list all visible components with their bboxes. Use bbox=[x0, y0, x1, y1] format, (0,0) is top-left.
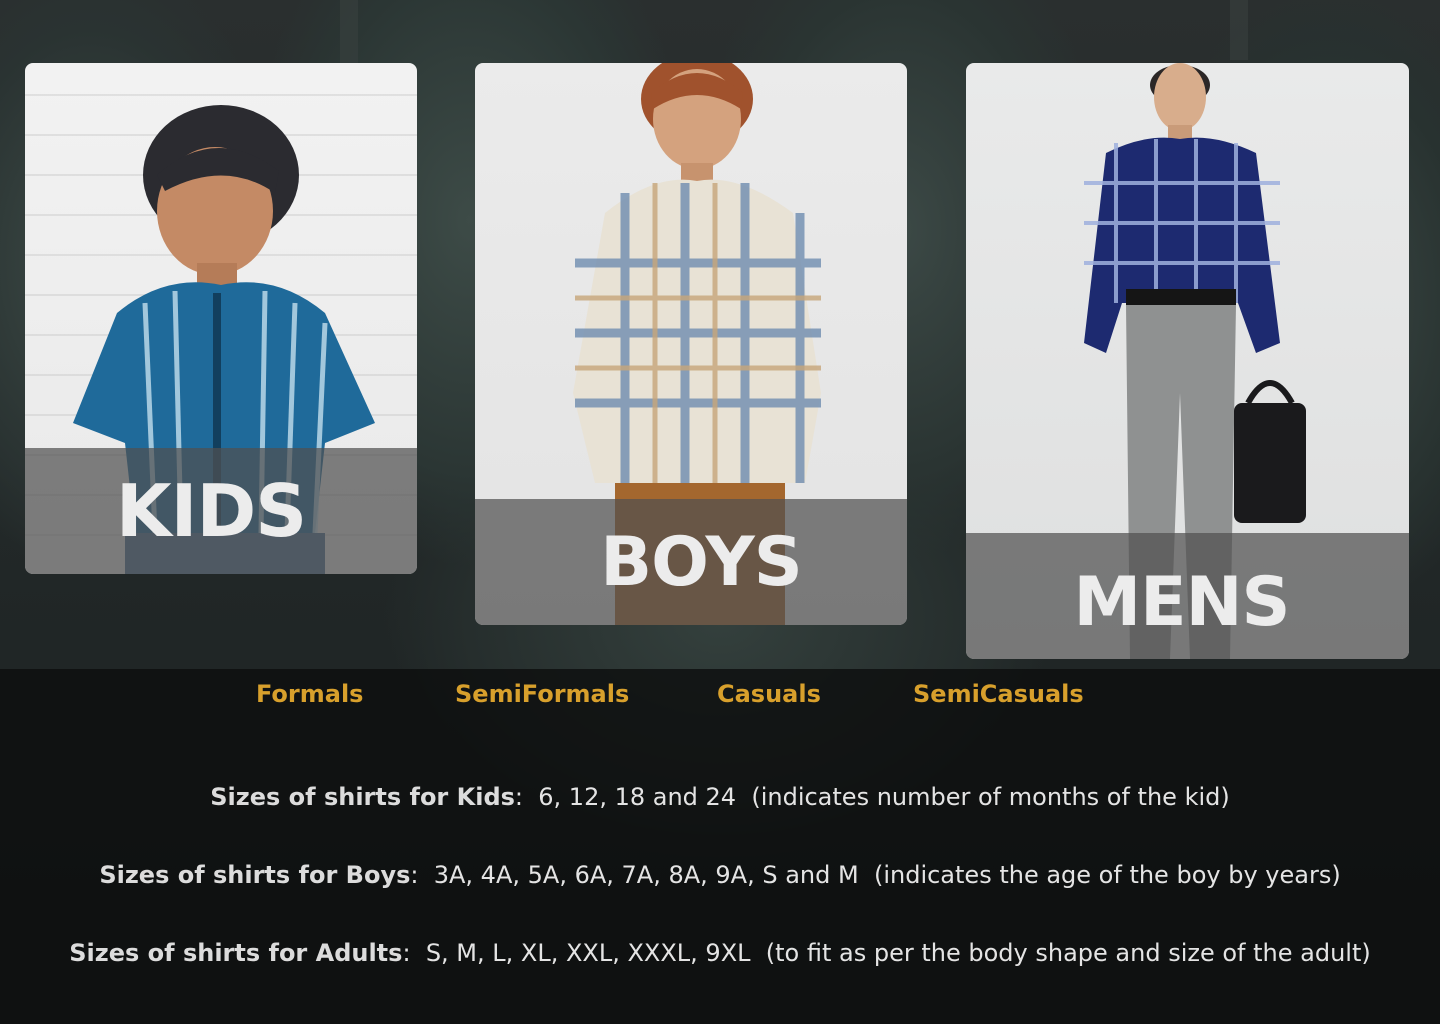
card-title-kids: KIDS bbox=[115, 469, 307, 553]
category-card-boys[interactable]: BOYS bbox=[475, 63, 907, 625]
sizes-adults-title: Sizes of shirts for Adults bbox=[69, 939, 403, 967]
card-title-boys: BOYS bbox=[600, 523, 802, 602]
category-card-mens[interactable]: MENS bbox=[966, 63, 1409, 659]
sizes-panel bbox=[0, 669, 1440, 1024]
sizes-boys-row: Sizes of shirts for Boys: 3A, 4A, 5A, 6A… bbox=[0, 861, 1440, 889]
category-link-casuals[interactable]: Casuals bbox=[717, 680, 821, 708]
hanger-rod bbox=[340, 0, 358, 70]
category-link-formals[interactable]: Formals bbox=[256, 680, 363, 708]
sizes-boys-title: Sizes of shirts for Boys bbox=[99, 861, 411, 889]
sizes-boys-note: (indicates the age of the boy by years) bbox=[873, 861, 1341, 889]
sizes-kids-title: Sizes of shirts for Kids bbox=[210, 783, 515, 811]
sizes-adults-note: (to fit as per the body shape and size o… bbox=[765, 939, 1371, 967]
sizes-boys-separator: : bbox=[410, 861, 419, 889]
sizes-adults-separator: : bbox=[402, 939, 411, 967]
hanger-rod bbox=[1230, 0, 1248, 60]
sizes-kids-note: (indicates number of months of the kid) bbox=[751, 783, 1230, 811]
category-card-kids[interactable]: KIDS bbox=[25, 63, 417, 574]
sizes-adults-row: Sizes of shirts for Adults: S, M, L, XL,… bbox=[0, 939, 1440, 967]
sizes-kids-row: Sizes of shirts for Kids: 6, 12, 18 and … bbox=[0, 783, 1440, 811]
sizes-adults-values: S, M, L, XL, XXL, XXXL, 9XL bbox=[425, 939, 751, 967]
category-link-semicasuals[interactable]: SemiCasuals bbox=[913, 680, 1084, 708]
sizes-kids-values: 6, 12, 18 and 24 bbox=[538, 783, 737, 811]
card-title-mens: MENS bbox=[1073, 563, 1290, 642]
sizes-boys-values: 3A, 4A, 5A, 6A, 7A, 8A, 9A, S and M bbox=[433, 861, 859, 889]
sizes-kids-separator: : bbox=[514, 783, 523, 811]
category-link-semiformals[interactable]: SemiFormals bbox=[455, 680, 629, 708]
